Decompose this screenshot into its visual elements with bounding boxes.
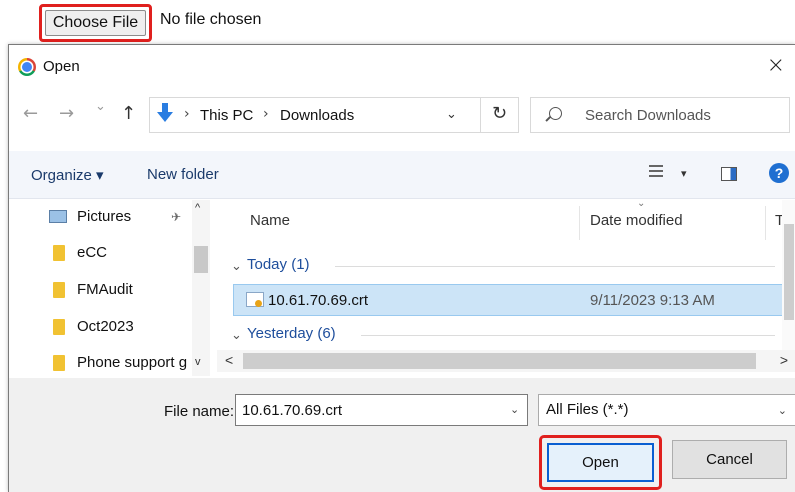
nav-item-label: eCC <box>77 244 108 261</box>
group-header-yesterday[interactable]: Yesterday (6) <box>247 325 336 342</box>
open-button[interactable]: Open <box>547 443 654 482</box>
nav-item-pictures[interactable]: Pictures <box>49 206 189 232</box>
breadcrumb-downloads[interactable]: Downloads <box>280 107 354 124</box>
breadcrumb-separator: › <box>184 106 190 122</box>
breadcrumb-separator: › <box>263 106 269 122</box>
file-name-cell: 10.61.70.69.crt <box>268 292 369 309</box>
up-arrow-icon[interactable]: ↑ <box>121 103 136 124</box>
recent-locations-icon[interactable]: ⌄ <box>95 99 106 114</box>
choose-file-button[interactable]: Choose File <box>45 10 146 36</box>
nav-item-label: Phone support g <box>77 354 188 371</box>
certificate-file-icon <box>246 292 264 307</box>
file-row-selected[interactable]: 10.61.70.69.crt 9/11/2023 9:13 AM Se <box>233 284 795 316</box>
column-divider[interactable] <box>579 206 580 240</box>
scroll-left-icon[interactable]: < <box>225 352 233 368</box>
group-divider <box>335 266 775 267</box>
search-placeholder: Search Downloads <box>585 107 711 124</box>
view-options-icon[interactable] <box>649 165 663 181</box>
address-dropdown-icon[interactable]: ⌄ <box>446 107 457 122</box>
search-box[interactable]: Search Downloads <box>530 97 790 133</box>
column-header-date[interactable]: Date modified <box>590 212 683 229</box>
folder-icon <box>53 245 65 261</box>
scroll-right-icon[interactable]: > <box>780 352 788 368</box>
folder-icon <box>53 355 65 371</box>
file-name-dropdown-icon[interactable]: ⌄ <box>510 403 519 416</box>
scroll-thumb[interactable] <box>784 224 794 320</box>
pictures-icon <box>49 210 67 223</box>
choose-file-highlight: Choose File <box>39 4 152 42</box>
address-bar[interactable]: › This PC › Downloads ⌄ ↻ <box>149 97 519 133</box>
folder-icon <box>53 319 65 335</box>
chrome-icon <box>18 58 36 76</box>
downloads-arrow-icon <box>157 103 173 122</box>
search-icon <box>549 107 562 120</box>
organize-button[interactable]: Organize ▾ <box>31 166 104 184</box>
close-icon[interactable]: × <box>767 53 785 78</box>
group-chevron-icon[interactable]: ⌄ <box>231 258 242 274</box>
breadcrumb-this-pc[interactable]: This PC <box>200 107 253 124</box>
file-status-text: No file chosen <box>160 11 262 28</box>
column-divider[interactable] <box>765 206 766 240</box>
back-arrow-icon[interactable]: ← <box>23 103 38 124</box>
open-button-highlight: Open <box>539 435 662 490</box>
file-date-cell: 9/11/2023 9:13 AM <box>590 292 715 309</box>
preview-pane-icon[interactable] <box>721 167 737 181</box>
column-header-name[interactable]: Name <box>250 212 290 229</box>
group-chevron-icon[interactable]: ⌄ <box>231 327 242 343</box>
file-type-value: All Files (*.*) <box>546 401 629 418</box>
nav-item-oct2023[interactable]: Oct2023 <box>49 316 189 342</box>
forward-arrow-icon[interactable]: → <box>59 103 74 124</box>
chevron-down-icon: ⌄ <box>777 405 787 417</box>
nav-scrollbar[interactable]: ^ v <box>192 200 210 376</box>
dialog-titlebar: Open × <box>9 45 795 87</box>
file-type-select[interactable]: All Files (*.*) ⌄ <box>538 394 795 426</box>
scroll-thumb[interactable] <box>243 353 756 369</box>
folder-icon <box>53 282 65 298</box>
nav-item-phone-support[interactable]: Phone support g <box>49 352 189 378</box>
scroll-thumb[interactable] <box>194 246 208 273</box>
nav-item-ecc[interactable]: eCC <box>49 242 189 268</box>
nav-item-label: FMAudit <box>77 281 133 298</box>
scroll-down-icon[interactable]: v <box>195 356 201 368</box>
help-icon[interactable]: ? <box>769 163 789 183</box>
list-vertical-scrollbar[interactable] <box>782 200 795 350</box>
view-dropdown-icon[interactable]: ▾ <box>681 167 687 180</box>
list-horizontal-scrollbar[interactable]: < > <box>217 350 795 372</box>
file-name-input[interactable] <box>235 394 528 426</box>
refresh-icon[interactable]: ↻ <box>480 98 518 132</box>
command-bar: Organize ▾ New folder ▾ ? <box>9 151 795 199</box>
sort-indicator-icon: ⌄ <box>637 198 646 209</box>
group-header-today[interactable]: Today (1) <box>247 256 310 273</box>
dialog-footer: File name: ⌄ All Files (*.*) ⌄ Open Canc… <box>9 378 795 492</box>
nav-item-label: Pictures <box>77 208 132 225</box>
open-dialog: Open × ← → ⌄ ↑ › This PC › Downloads ⌄ ↻… <box>8 44 795 492</box>
group-divider <box>361 335 775 336</box>
cancel-button[interactable]: Cancel <box>672 440 787 479</box>
file-input-row: Choose File No file chosen <box>0 0 795 44</box>
nav-item-label: Oct2023 <box>77 318 134 335</box>
address-row: ← → ⌄ ↑ › This PC › Downloads ⌄ ↻ Search… <box>9 95 795 135</box>
new-folder-button[interactable]: New folder <box>147 166 219 183</box>
navigation-pane: Pictures ✈ eCC FMAudit Oct2023 Phone sup… <box>9 200 211 376</box>
file-name-label: File name: <box>164 403 235 420</box>
scroll-up-icon[interactable]: ^ <box>195 202 200 214</box>
nav-item-fmaudit[interactable]: FMAudit <box>49 279 189 305</box>
dialog-title: Open <box>43 58 80 75</box>
pin-icon[interactable]: ✈ <box>171 210 181 224</box>
